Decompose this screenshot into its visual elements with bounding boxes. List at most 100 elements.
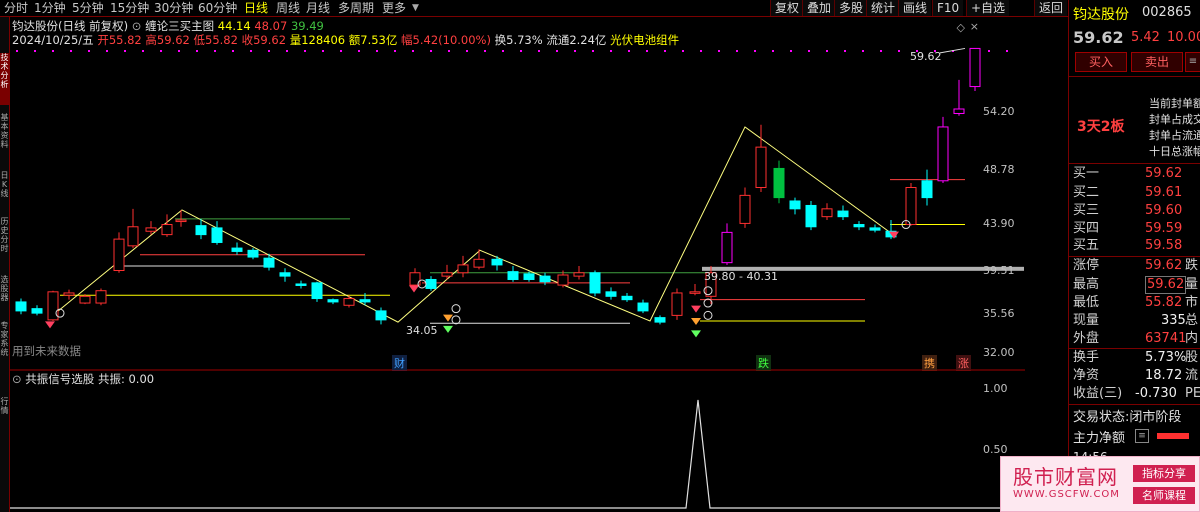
chart-close-icon[interactable]: × [970, 20, 979, 33]
divider [1069, 404, 1200, 405]
period-tab-5min[interactable]: 5分钟 [72, 0, 104, 16]
signal-dot [826, 50, 828, 52]
signal-canvas [10, 370, 1025, 509]
signal-dot [142, 50, 144, 52]
signal-dot [250, 50, 252, 52]
indicator-value-1: 44.14 [217, 19, 251, 33]
rail-tab-basic[interactable]: 基本资料 [0, 113, 9, 163]
stat-label: 最高 [1073, 277, 1100, 292]
stat-row-low: 最低 55.82 市 [1073, 293, 1200, 313]
stat-label: 最低 [1073, 295, 1100, 310]
rail-tab-expert[interactable]: 专家系统 [0, 321, 9, 371]
overlay-button[interactable]: 叠加 [802, 0, 836, 16]
candle-body [113, 238, 125, 272]
signal-dot [70, 50, 72, 52]
add-favorite-button[interactable]: +自选 [966, 0, 1010, 16]
period-tab-monthly[interactable]: 月线 [306, 0, 330, 16]
buy-button[interactable]: 买入 [1075, 52, 1127, 72]
indicator-name[interactable]: 缠论三买主图 [145, 19, 214, 33]
watermark-url: WWW.GSCFW.COM [1013, 489, 1120, 500]
bar-change: 幅5.42(10.00%) [401, 33, 491, 47]
subchart-name[interactable]: 共振信号选股 [25, 372, 94, 386]
more-trade-icon[interactable]: ≡ [1185, 52, 1200, 72]
more-chevron-icon[interactable]: ▼ [412, 0, 419, 16]
sub-y-tick-1: 1.00 [983, 382, 1008, 395]
marker-carry[interactable]: 携 [922, 355, 937, 371]
signal-gem-icon [691, 330, 701, 338]
signal-gem-icon [443, 325, 453, 333]
signal-dot [232, 50, 234, 52]
signal-circle-icon [451, 304, 461, 314]
period-tab-more[interactable]: 更多 [382, 0, 406, 16]
period-tab-daily[interactable]: 日线 [244, 0, 268, 16]
watermark-title: 股市财富网 [1013, 465, 1118, 489]
signal-dot [286, 50, 288, 52]
period-tab-multi[interactable]: 多周期 [338, 0, 374, 16]
stat-extra: 股 [1185, 350, 1199, 365]
candle-body [507, 271, 519, 280]
sell-button[interactable]: 卖出 [1131, 52, 1183, 72]
kline-canvas[interactable] [10, 17, 1025, 370]
signal-dot [268, 50, 270, 52]
back-button[interactable]: 返回 [1034, 0, 1068, 16]
signal-dot [394, 50, 396, 52]
resonance-line [10, 399, 1025, 509]
rail-tab-picker[interactable]: 选股器 [0, 275, 9, 315]
kline-chart[interactable]: 钧达股份(日线 前复权) ⊙ 缠论三买主图 44.14 48.07 39.49 … [10, 17, 1025, 371]
stats-button[interactable]: 统计 [866, 0, 900, 16]
sub-y-tick-05: 0.50 [983, 443, 1008, 456]
rail-tab-quote[interactable]: 行情 [0, 397, 9, 457]
limit-up-notes: 当前封单额 封单占成交 封单占流通 十日总涨幅 [1149, 96, 1200, 160]
draw-line-button[interactable]: 画线 [898, 0, 932, 16]
candle-body [671, 292, 683, 316]
signal-dot [466, 50, 468, 52]
signal-dot [646, 50, 648, 52]
signal-gem-icon [409, 285, 419, 293]
low-price-annotation: 34.05 [406, 324, 438, 337]
rail-tab-history[interactable]: 历史分时 [0, 217, 9, 267]
note-order-float: 封单占流通 [1149, 129, 1200, 142]
marker-finance[interactable]: 财 [392, 355, 407, 371]
period-tab-1min[interactable]: 1分钟 [34, 0, 66, 16]
fuquan-button[interactable]: 复权 [770, 0, 804, 16]
candle-body [953, 108, 965, 114]
signal-dot [502, 50, 504, 52]
marker-rise[interactable]: 涨 [956, 355, 971, 371]
signal-dot [520, 50, 522, 52]
main-flow-menu-icon[interactable]: ≡ [1135, 429, 1149, 443]
price-change-pct: 10.00% [1167, 30, 1200, 45]
indicator-toggle-icon[interactable]: ⊙ [132, 19, 142, 33]
candle-body [837, 210, 849, 218]
bar-turnover: 换5.73% [494, 33, 543, 47]
marker-drop[interactable]: 跌 [756, 355, 771, 371]
subchart-toggle-icon[interactable]: ⊙ [12, 372, 22, 386]
stat-row-outer: 外盘 63741 内 [1073, 329, 1200, 349]
signal-dot [664, 50, 666, 52]
period-tab-30min[interactable]: 30分钟 [154, 0, 193, 16]
stat-extra: 跌 [1185, 258, 1199, 273]
signal-gem-icon [691, 305, 701, 313]
period-tab-weekly[interactable]: 周线 [276, 0, 300, 16]
candle-body [805, 204, 817, 228]
period-tab-60min[interactable]: 60分钟 [198, 0, 237, 16]
signal-dot [88, 50, 90, 52]
signal-dot [124, 50, 126, 52]
stat-label: 换手 [1073, 350, 1100, 365]
multi-stock-button[interactable]: 多股 [834, 0, 868, 16]
candle-body [905, 187, 917, 226]
period-tab-15min[interactable]: 15分钟 [110, 0, 149, 16]
rail-tab-tech[interactable]: 技术分析 [0, 53, 9, 105]
candle-body [473, 258, 485, 268]
chart-settings-icon[interactable]: ◇ [957, 21, 965, 34]
signal-dot [214, 50, 216, 52]
stat-value: 59.62 [1145, 258, 1183, 273]
rail-tab-kline[interactable]: 日K线 [0, 171, 9, 211]
bid-label: 买五 [1073, 238, 1100, 253]
f10-button[interactable]: F10 [932, 0, 964, 16]
candle-body [773, 167, 785, 199]
quote-panel: 钧达股份 002865 59.62 5.42 10.00% 买入 卖出 ≡ 3天… [1068, 0, 1200, 512]
y-tick-54-20: 54.20 [983, 105, 1015, 118]
signal-subchart[interactable]: ⊙ 共振信号选股 共振: 0.00 1.00 0.50 [10, 370, 1025, 512]
period-tab-fenshi[interactable]: 分时 [4, 0, 28, 16]
signal-dot [358, 50, 360, 52]
